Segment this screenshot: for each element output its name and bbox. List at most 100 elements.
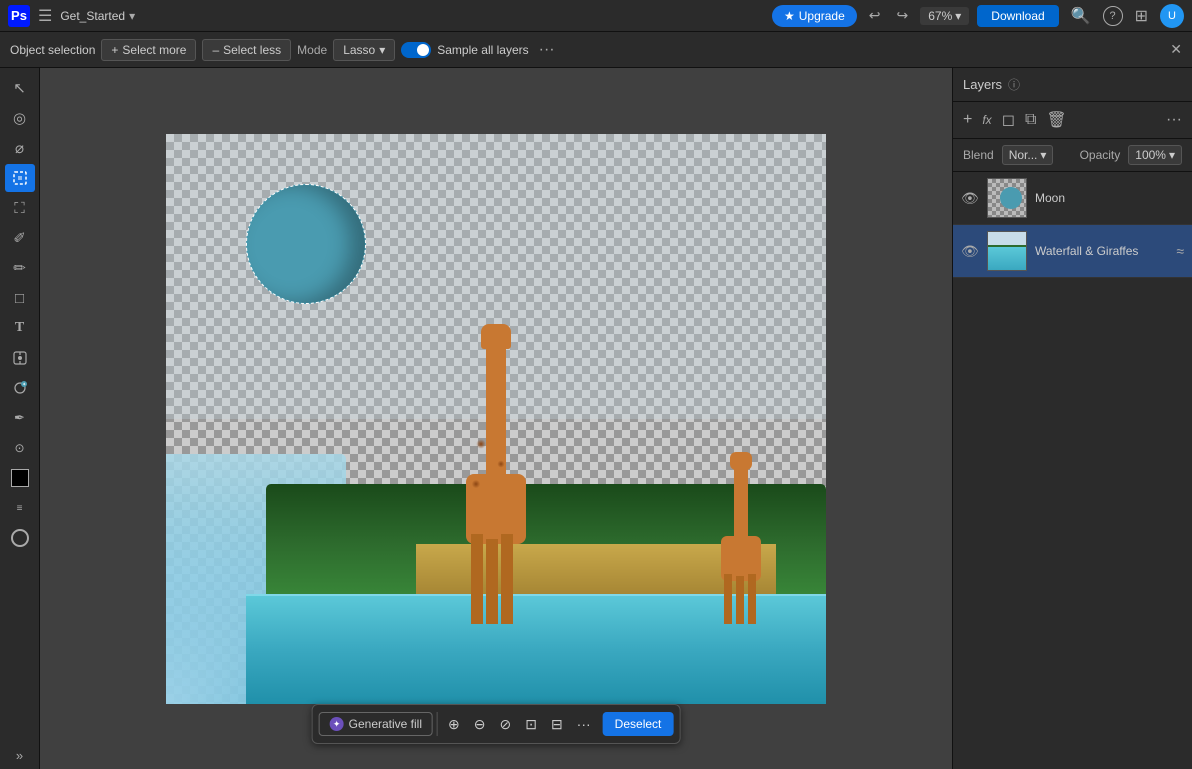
help-icon[interactable]: ? xyxy=(1103,6,1123,26)
ps-logo: Ps xyxy=(8,5,30,27)
layers-info-icon[interactable]: ⓘ xyxy=(1008,76,1020,93)
giraffe-small-neck xyxy=(734,464,748,544)
opacity-input[interactable]: 100% ▾ xyxy=(1128,145,1182,165)
giraffe-small-leg1 xyxy=(724,574,732,624)
toolbar-more-button[interactable]: ··· xyxy=(539,41,555,59)
layers-panel: Layers ⓘ + fx ◻ ⧉ 🗑 ··· Blend Nor... ▾ O… xyxy=(953,68,1192,769)
layer-adjust-icon[interactable]: ≈ xyxy=(1176,243,1184,259)
blend-label: Blend xyxy=(963,148,994,162)
brush-tool[interactable]: ✏ xyxy=(5,254,35,282)
layers-toolbar: + fx ◻ ⧉ 🗑 ··· xyxy=(953,102,1192,139)
layers-more-button[interactable]: ··· xyxy=(1164,109,1184,131)
layers-header: Layers ⓘ xyxy=(953,68,1192,102)
eyedropper-tool[interactable]: ✐ xyxy=(5,224,35,252)
type-tool[interactable]: T xyxy=(5,314,35,342)
giraffe-leg1 xyxy=(471,534,483,624)
right-panel: Layers ⓘ + fx ◻ ⧉ 🗑 ··· Blend Nor... ▾ O… xyxy=(952,68,1192,769)
add-mask-button[interactable]: ◻ xyxy=(1000,108,1017,132)
eyedropper-alt-tool[interactable]: ⊙ xyxy=(5,434,35,462)
floating-toolbar: ✦ Generative fill ⊕ ⊖ ⊘ ⊡ ⊟ ··· Deselect xyxy=(312,704,681,744)
add-layer-button[interactable]: + xyxy=(961,109,974,131)
crop-tool[interactable]: ⛶ xyxy=(5,194,35,222)
layer-name-waterfall: Waterfall & Giraffes xyxy=(1035,244,1168,258)
background-color-circle xyxy=(11,529,29,547)
blend-row: Blend Nor... ▾ Opacity 100% ▾ xyxy=(953,139,1192,172)
search-icon[interactable]: 🔍 xyxy=(1067,4,1095,28)
toolbar-close-button[interactable]: ✕ xyxy=(1170,41,1182,58)
deselect-button[interactable]: Deselect xyxy=(603,712,674,736)
layers-title: Layers xyxy=(963,77,1002,92)
blend-mode-dropdown[interactable]: Nor... ▾ xyxy=(1002,145,1054,165)
layer-thumbnail-waterfall xyxy=(987,231,1027,271)
delete-layer-button[interactable]: 🗑 xyxy=(1044,108,1068,132)
main-layout: ↖ ◎ ⌀ ⛶ ✐ ✏ □ T ✦ xyxy=(0,68,1192,769)
subtract-from-selection-button[interactable]: ⊖ xyxy=(468,712,492,737)
giraffe-head xyxy=(481,324,511,349)
add-to-selection-button[interactable]: ⊕ xyxy=(442,712,466,737)
file-name[interactable]: Get_Started ▾ xyxy=(60,9,135,23)
select-more-button[interactable]: + Select more xyxy=(101,39,196,61)
undo-button[interactable]: ↩ xyxy=(865,5,885,26)
foreground-color-swatch[interactable] xyxy=(5,464,35,492)
left-toolbar: ↖ ◎ ⌀ ⛶ ✐ ✏ □ T ✦ xyxy=(0,68,40,769)
effects-button[interactable]: fx xyxy=(980,111,993,129)
redo-button[interactable]: ↪ xyxy=(893,5,913,26)
gradient-tool[interactable]: ≡ xyxy=(5,494,35,522)
sample-all-layers-toggle-container: Sample all layers xyxy=(401,42,528,58)
layers-list: 👁 Moon 👁 Waterfall & Giraffes xyxy=(953,172,1192,278)
giraffe-small-leg3 xyxy=(748,574,756,624)
neural-filters-icon xyxy=(12,350,28,366)
moon-layer xyxy=(246,184,366,304)
apps-icon[interactable]: ⊞ xyxy=(1131,4,1152,28)
layer-visibility-moon[interactable]: 👁 xyxy=(961,190,979,207)
background-color-swatch[interactable] xyxy=(5,524,35,552)
sample-all-layers-toggle[interactable] xyxy=(401,42,431,58)
download-button[interactable]: Download xyxy=(977,5,1058,27)
layer-item-waterfall[interactable]: 👁 Waterfall & Giraffes ≈ xyxy=(953,225,1192,278)
tool-label: Object selection xyxy=(10,43,95,57)
tools-expand-button[interactable]: » xyxy=(16,748,23,763)
layer-name-moon: Moon xyxy=(1035,191,1184,205)
canvas-area[interactable]: ✦ Generative fill ⊕ ⊖ ⊘ ⊡ ⊟ ··· Deselect xyxy=(40,68,952,769)
adjust-selection-button[interactable]: ⊟ xyxy=(545,712,569,737)
topbar: Ps ☰ Get_Started ▾ ★ Upgrade ↩ ↪ 67% ▾ D… xyxy=(0,0,1192,32)
pen-tool[interactable]: ✒ xyxy=(5,404,35,432)
object-selection-tool[interactable] xyxy=(5,164,35,192)
smart-object-icon: ✦ xyxy=(12,380,28,396)
giraffe-small xyxy=(716,464,766,624)
sample-all-layers-label: Sample all layers xyxy=(437,43,528,57)
selection-tool[interactable]: ◎ xyxy=(5,104,35,132)
group-layers-button[interactable]: ⧉ xyxy=(1023,109,1038,131)
giraffe-small-head xyxy=(730,452,752,470)
generative-fill-button[interactable]: ✦ Generative fill xyxy=(319,712,433,736)
user-avatar[interactable]: U xyxy=(1160,4,1184,28)
transform-selection-button[interactable]: ⊡ xyxy=(519,712,543,737)
mode-label: Mode xyxy=(297,43,327,57)
opacity-label: Opacity xyxy=(1080,148,1121,162)
layer-thumb-water xyxy=(988,247,1026,270)
foreground-color-box xyxy=(11,469,29,487)
layer-thumbnail-moon xyxy=(987,178,1027,218)
giraffe-large xyxy=(456,344,536,624)
lasso-dropdown[interactable]: Lasso ▾ xyxy=(333,39,395,61)
intersect-selection-button[interactable]: ⊘ xyxy=(493,712,517,737)
shape-tool[interactable]: □ xyxy=(5,284,35,312)
lasso-tool[interactable]: ⌀ xyxy=(5,134,35,162)
smart-object-tool[interactable]: ✦ xyxy=(5,374,35,402)
generative-fill-badge: ✦ xyxy=(330,717,344,731)
layer-visibility-waterfall[interactable]: 👁 xyxy=(961,243,979,260)
toggle-knob xyxy=(417,44,429,56)
toolbar-divider xyxy=(437,712,438,736)
move-tool[interactable]: ↖ xyxy=(5,74,35,102)
giraffe-leg2 xyxy=(486,539,498,624)
giraffe-leg3 xyxy=(501,534,513,624)
zoom-indicator[interactable]: 67% ▾ xyxy=(920,7,969,25)
floating-more-button[interactable]: ··· xyxy=(571,712,597,736)
upgrade-button[interactable]: ★ Upgrade xyxy=(772,5,857,27)
giraffe-small-leg2 xyxy=(736,576,744,624)
select-less-button[interactable]: – Select less xyxy=(202,39,291,61)
secondary-toolbar: Object selection + Select more – Select … xyxy=(0,32,1192,68)
neural-filters-tool[interactable] xyxy=(5,344,35,372)
layer-item-moon[interactable]: 👁 Moon xyxy=(953,172,1192,225)
hamburger-menu-icon[interactable]: ☰ xyxy=(38,6,52,26)
